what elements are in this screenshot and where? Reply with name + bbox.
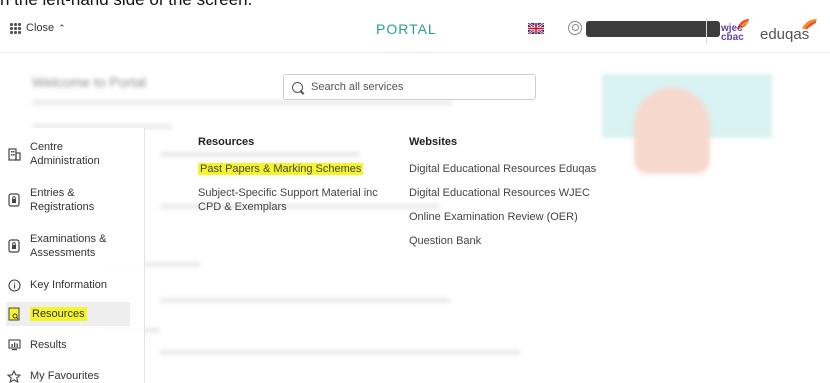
sidebar-item-results[interactable]: Results (6, 337, 130, 353)
sidebar-item-label: Examinations & Assessments (30, 233, 107, 259)
eduqas-logo-text: eduqas (760, 26, 810, 43)
sidebar-item-my-favourites[interactable]: My Favourites (6, 368, 130, 383)
cbac-logo-text: cbac (721, 32, 744, 43)
document-caption: n the left-hand side of the screen. (0, 0, 830, 8)
link-past-papers[interactable]: Past Papers & Marking Schemes (198, 162, 398, 176)
link-oer[interactable]: Online Examination Review (OER) (409, 210, 669, 224)
sidebar-item-label: Resources (30, 307, 87, 321)
sidebar-item-key-information[interactable]: Key Information (6, 277, 130, 293)
link-der-wjec[interactable]: Digital Educational Resources WJEC (409, 186, 669, 200)
folder-search-icon (6, 306, 22, 322)
search-input[interactable] (311, 81, 521, 93)
link-subject-support-material[interactable]: Subject-Specific Support Material inc CP… (198, 186, 393, 214)
background-text-line (32, 100, 452, 105)
link-der-eduqas[interactable]: Digital Educational Resources Eduqas (409, 162, 669, 176)
user-name-redacted[interactable] (586, 21, 720, 37)
close-menu-button[interactable]: Close ⌃ (10, 22, 66, 34)
building-icon (6, 146, 22, 162)
top-header: Close ⌃ PORTAL wjec cbac eduqas (0, 8, 830, 53)
eduqas-logo[interactable]: eduqas (760, 19, 820, 44)
header-divider (706, 18, 707, 44)
websites-heading: Websites (409, 136, 458, 148)
sidebar-item-label: Entries & Registrations (30, 187, 95, 213)
sidebar-item-centre-administration[interactable]: Centre Administration (6, 140, 130, 168)
search-icon (292, 81, 303, 93)
apps-grid-icon (10, 22, 21, 34)
resources-heading: Resources (198, 136, 255, 148)
chart-icon (6, 337, 22, 353)
sidebar-item-examinations-assessments[interactable]: Examinations & Assessments (6, 232, 130, 260)
sidebar-item-entries-registrations[interactable]: Entries & Registrations (6, 186, 130, 214)
close-label: Close (26, 22, 55, 34)
sidebar-item-resources[interactable]: Resources (6, 302, 130, 326)
portal-title[interactable]: PORTAL (376, 21, 437, 37)
sidebar-item-label: Centre Administration (30, 141, 100, 167)
resources-column: Resources Past Papers & Marking Schemes … (198, 136, 398, 224)
welcome-title: Welcome to Portal (32, 74, 147, 90)
websites-column: Websites Digital Educational Resources E… (409, 136, 669, 258)
link-question-bank[interactable]: Question Bank (409, 234, 669, 248)
document-lock-icon (6, 192, 22, 208)
sidebar-item-label: Key Information (30, 279, 108, 291)
services-menu-panel: Centre Administration Entries & Registra… (0, 128, 830, 383)
sidebar-nav: Centre Administration Entries & Registra… (0, 128, 145, 383)
user-account-icon[interactable] (568, 21, 582, 35)
sidebar-item-label: My Favourites (30, 370, 100, 382)
info-icon (6, 277, 22, 293)
search-box[interactable] (283, 74, 536, 100)
star-icon (6, 368, 22, 383)
chevron-up-icon: ⌃ (58, 22, 66, 33)
document-lock-icon (6, 238, 22, 254)
wjec-cbac-logo[interactable]: wjec cbac (718, 18, 750, 46)
uk-flag-icon[interactable] (528, 23, 544, 34)
sidebar-item-label: Results (30, 339, 67, 351)
